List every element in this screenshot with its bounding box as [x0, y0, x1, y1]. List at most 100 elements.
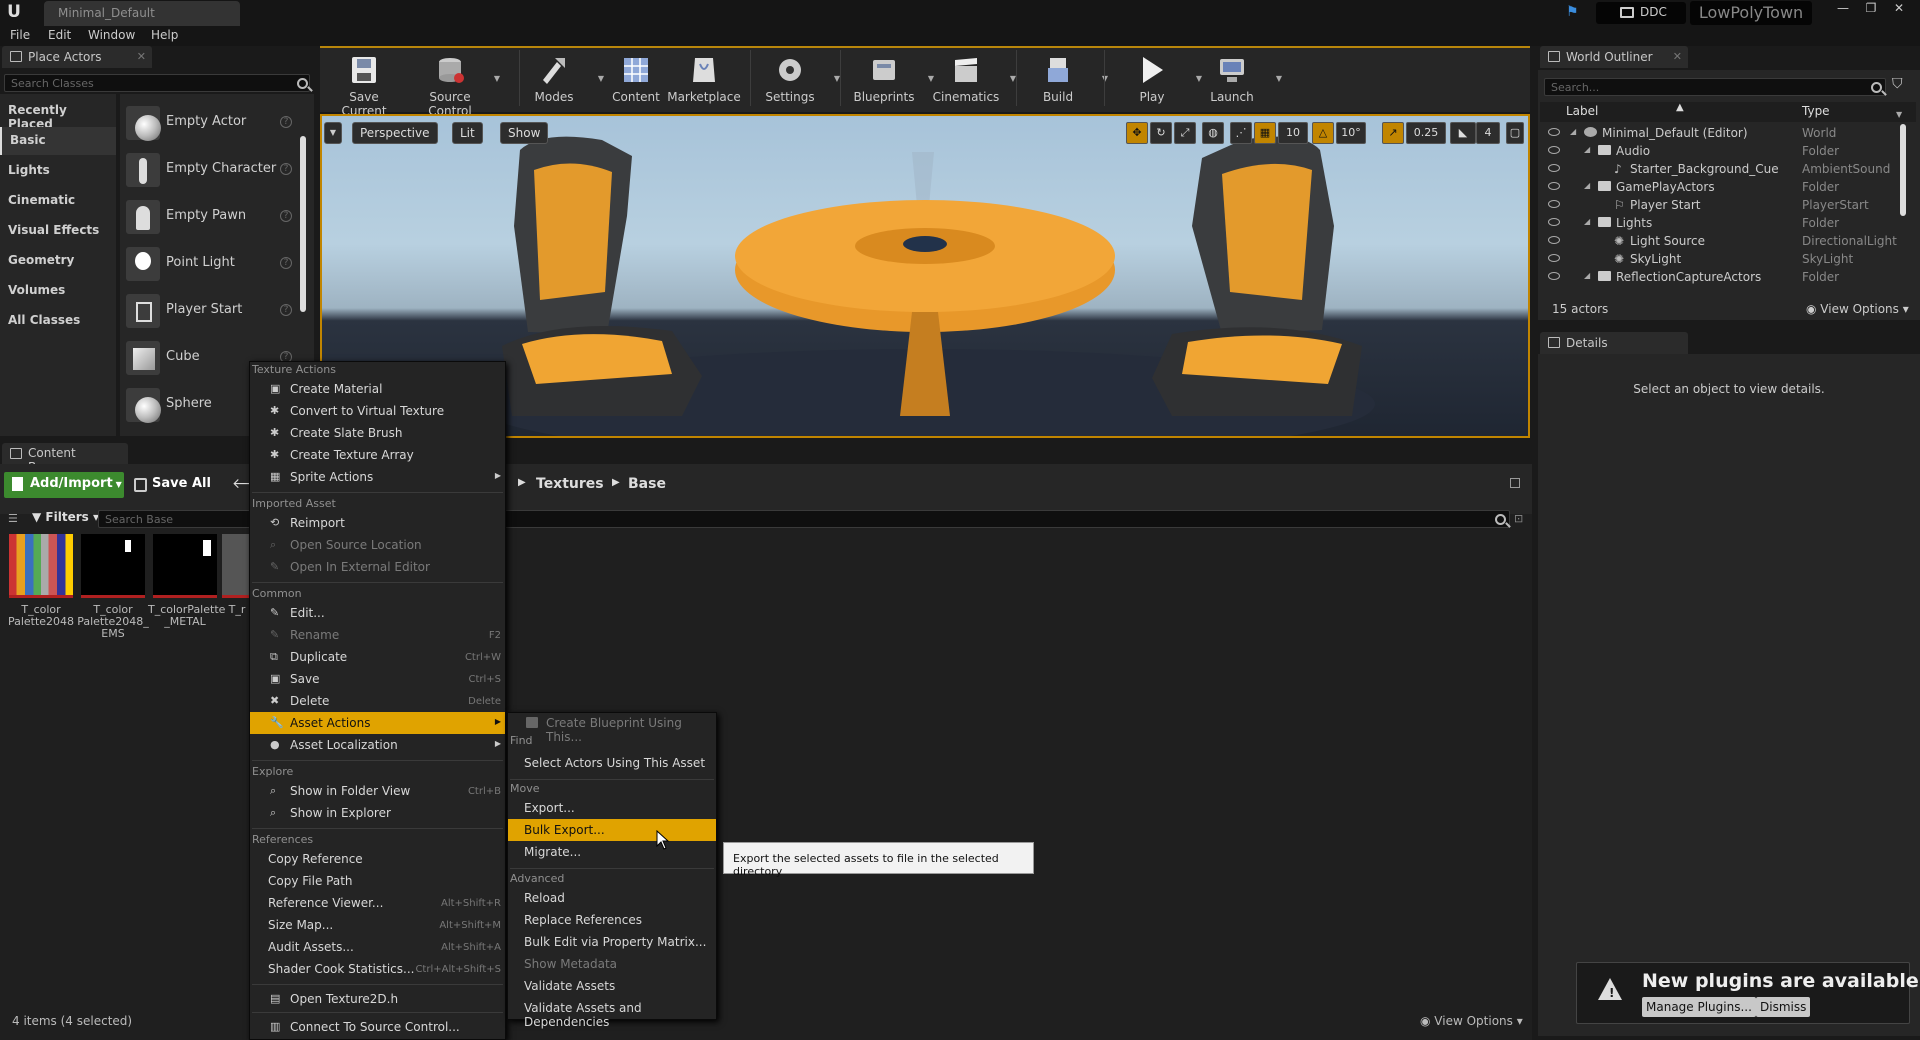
source-control-button[interactable]: Source Control ▼ [412, 48, 500, 118]
help-icon[interactable]: ? [280, 116, 292, 128]
eye-icon[interactable] [1548, 272, 1560, 280]
category-all-classes[interactable]: All Classes [0, 307, 116, 335]
sources-toggle-icon[interactable]: ☰ [8, 512, 24, 525]
tab-world-outliner[interactable]: World Outliner ✕ [1540, 46, 1688, 68]
world-local-icon[interactable]: ◍ [1202, 122, 1224, 144]
column-type[interactable]: Type [1802, 104, 1830, 118]
launch-button[interactable]: Launch ▼ [1194, 48, 1282, 108]
collapse-icon[interactable]: ◢ [1584, 145, 1590, 154]
menu-save[interactable]: ▣ Save Ctrl+S [250, 668, 505, 690]
camera-speed-icon[interactable]: ◣ [1450, 122, 1476, 144]
submenu-migrate[interactable]: Migrate... [508, 841, 716, 863]
save-search-icon[interactable]: ⊡ [1514, 512, 1523, 525]
menu-copy-file-path[interactable]: Copy File Path [250, 870, 505, 892]
close-button[interactable]: ✕ [1886, 0, 1912, 18]
menu-reference-viewer[interactable]: Reference Viewer... Alt+Shift+R [250, 892, 505, 914]
show-button[interactable]: Show [500, 122, 549, 144]
asset-tile[interactable]: T_color Palette2048 [4, 534, 78, 628]
grid-snap-value[interactable]: 10 [1278, 122, 1308, 144]
category-geometry[interactable]: Geometry [0, 247, 116, 275]
submenu-validate-dependencies[interactable]: Validate Assets and Dependencies [508, 997, 716, 1029]
asset-tile[interactable]: T_r [222, 534, 252, 616]
eye-icon[interactable] [1548, 128, 1560, 136]
submenu-select-actors[interactable]: Select Actors Using This Asset [508, 752, 716, 774]
build-button[interactable]: Build▼ [1020, 48, 1108, 108]
outliner-row[interactable]: ♪ Starter_Background_Cue AmbientSound [1544, 160, 1910, 178]
dismiss-button[interactable]: Dismiss [1756, 997, 1811, 1017]
collapse-icon[interactable]: ◢ [1584, 217, 1590, 226]
submenu-validate-assets[interactable]: Validate Assets [508, 975, 716, 997]
actor-item-empty-character[interactable]: Empty Character? [120, 147, 296, 191]
save-all-button[interactable]: Save All [132, 476, 211, 492]
outliner-row[interactable]: ◢ Lights Folder [1544, 214, 1910, 232]
eye-icon[interactable] [1548, 236, 1560, 244]
surface-snap-icon[interactable]: ⋰ [1230, 122, 1252, 144]
submenu-create-blueprint[interactable]: Create Blueprint Using This... [508, 712, 716, 744]
maximize-button[interactable]: ❐ [1858, 0, 1884, 18]
menu-connect-to-source-control[interactable]: ▥ Connect To Source Control... [250, 1016, 505, 1038]
eye-icon[interactable] [1548, 218, 1560, 226]
help-icon[interactable]: ? [280, 304, 292, 316]
collapse-icon[interactable]: ◢ [1584, 181, 1590, 190]
eye-icon[interactable] [1548, 146, 1560, 154]
tab-content-browser[interactable]: Content Browser [2, 443, 128, 474]
scale-snap-value[interactable]: 0.25 [1406, 122, 1446, 144]
outliner-search-input[interactable]: Search... [1544, 78, 1886, 96]
actor-item-player-start[interactable]: Player Start? [120, 288, 296, 332]
cinematics-button[interactable]: Cinematics ▼ [928, 48, 1016, 108]
menu-window[interactable]: Window [88, 28, 135, 42]
category-volumes[interactable]: Volumes [0, 277, 116, 305]
column-label[interactable]: Label [1566, 104, 1598, 118]
submenu-reload[interactable]: Reload [508, 887, 716, 909]
viewport-options-button[interactable]: ▼ [324, 122, 342, 144]
filters-button[interactable]: ▼ Filters ▾ [32, 510, 99, 524]
outliner-row[interactable]: ◢ Audio Folder [1544, 142, 1910, 160]
outliner-row[interactable]: ⚐ Player Start PlayerStart [1544, 196, 1910, 214]
flag-icon[interactable]: ⚑ [1566, 5, 1582, 19]
settings-button[interactable]: Settings ▼ [752, 48, 840, 108]
add-filter-icon[interactable]: ⛉ [1892, 76, 1903, 92]
menu-edit[interactable]: ✎ Edit... [250, 602, 505, 624]
menu-create-slate-brush[interactable]: ✱ Create Slate Brush [250, 422, 505, 444]
manage-plugins-button[interactable]: Manage Plugins... [1642, 997, 1756, 1017]
scale-snap-icon[interactable]: ↗ [1382, 122, 1404, 144]
content-button[interactable]: Content [598, 48, 674, 108]
menu-show-in-explorer[interactable]: ⌕ Show in Explorer [250, 802, 505, 824]
view-options-button[interactable]: ◉ View Options ▾ [1420, 1014, 1523, 1028]
blueprints-button[interactable]: Blueprints ▼ [846, 48, 934, 108]
menu-shader-cook-statistics[interactable]: Shader Cook Statistics... Ctrl+Alt+Shift+… [250, 958, 505, 980]
chevron-down-icon[interactable]: ▼ [1276, 74, 1282, 83]
lit-button[interactable]: Lit [452, 122, 483, 144]
eye-icon[interactable] [1548, 164, 1560, 172]
menu-sprite-actions[interactable]: ▦ Sprite Actions ▶ [250, 466, 505, 488]
path-base[interactable]: Base [628, 476, 666, 492]
tab-place-actors[interactable]: Place Actors ✕ [2, 46, 152, 68]
asset-tile[interactable]: T_colorPalette _METAL [148, 534, 225, 628]
menu-open-source-location[interactable]: ⌕ Open Source Location [250, 534, 505, 556]
menu-convert-virtual-texture[interactable]: ✱ Convert to Virtual Texture [250, 400, 505, 422]
collapse-icon[interactable]: ◢ [1584, 271, 1590, 280]
rotate-tool-icon[interactable]: ↻ [1150, 122, 1172, 144]
level-tab[interactable]: Minimal_Default [44, 1, 240, 26]
outliner-view-options-button[interactable]: ◉ View Options ▾ [1806, 302, 1909, 316]
scale-tool-icon[interactable]: ⤢ [1174, 122, 1196, 144]
close-icon[interactable]: ✕ [137, 50, 146, 63]
submenu-bulk-export[interactable]: Bulk Export... [508, 819, 716, 841]
menu-audit-assets[interactable]: Audit Assets... Alt+Shift+A [250, 936, 505, 958]
category-basic[interactable]: Basic [0, 127, 116, 155]
category-lights[interactable]: Lights [0, 157, 116, 185]
close-icon[interactable]: ✕ [1673, 50, 1682, 63]
menu-show-in-folder-view[interactable]: ⌕ Show in Folder View Ctrl+B [250, 780, 505, 802]
modes-button[interactable]: Modes ▼ [516, 48, 604, 108]
chevron-down-icon[interactable]: ▼ [494, 74, 500, 83]
rotation-snap-value[interactable]: 10° [1336, 122, 1366, 144]
perspective-button[interactable]: Perspective [352, 122, 438, 144]
menu-size-map[interactable]: Size Map... Alt+Shift+M [250, 914, 505, 936]
menu-open-external-editor[interactable]: ✎ Open In External Editor [250, 556, 505, 578]
collapse-icon[interactable]: ◢ [1570, 127, 1576, 136]
actor-item-point-light[interactable]: Point Light? [120, 241, 296, 285]
menu-copy-reference[interactable]: Copy Reference [250, 848, 505, 870]
submenu-show-metadata[interactable]: Show Metadata [508, 953, 716, 975]
menu-asset-localization[interactable]: ● Asset Localization ▶ [250, 734, 505, 756]
menu-file[interactable]: File [10, 28, 30, 42]
